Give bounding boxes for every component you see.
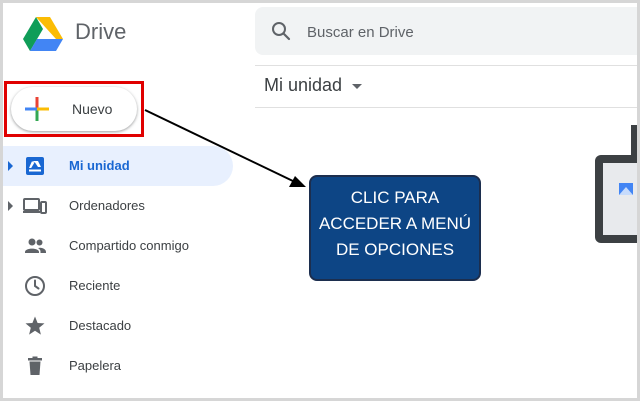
shared-icon xyxy=(25,238,46,253)
content-title-dropdown[interactable]: Mi unidad xyxy=(264,75,363,96)
annotation-callout: CLIC PARA ACCEDER A MENÚ DE OPCIONES xyxy=(309,175,481,281)
sidebar-nav: Mi unidad Ordenadores Compartido conmigo xyxy=(3,146,233,386)
new-button-label: Nuevo xyxy=(72,101,113,117)
search-icon[interactable] xyxy=(271,21,291,41)
sidebar-item-label: Mi unidad xyxy=(69,158,130,173)
sidebar-item-label: Destacado xyxy=(69,318,132,333)
sidebar-item-mi-unidad[interactable]: Mi unidad xyxy=(3,146,233,186)
search-bar[interactable] xyxy=(255,7,637,55)
clock-icon xyxy=(25,276,45,296)
sidebar-item-ordenadores[interactable]: Ordenadores xyxy=(3,186,233,226)
content-title: Mi unidad xyxy=(264,75,343,95)
app-header: Drive xyxy=(3,3,253,65)
sidebar-item-label: Papelera xyxy=(69,358,122,373)
my-drive-icon xyxy=(26,157,44,175)
app-title: Drive xyxy=(75,19,127,44)
content-divider xyxy=(255,107,637,108)
expand-arrow-icon[interactable] xyxy=(8,161,13,171)
search-input[interactable] xyxy=(307,21,607,43)
sidebar-item-label: Compartido conmigo xyxy=(69,238,189,253)
drive-logo-icon xyxy=(23,17,63,51)
callout-line: DE OPCIONES xyxy=(335,240,455,259)
sidebar-item-papelera[interactable]: Papelera xyxy=(3,346,233,386)
expand-arrow-icon[interactable] xyxy=(8,201,13,211)
plus-icon xyxy=(25,97,49,121)
header-divider xyxy=(255,65,637,66)
sidebar-item-compartido-conmigo[interactable]: Compartido conmigo xyxy=(3,226,233,266)
computers-icon xyxy=(23,198,47,214)
trash-icon xyxy=(28,356,42,375)
sidebar-item-destacado[interactable]: Destacado xyxy=(3,306,233,346)
drive-window: Drive Mi unidad Nuevo xyxy=(3,3,637,398)
callout-line: CLIC PARA xyxy=(350,188,440,207)
callout-line: ACCEDER A MENÚ xyxy=(318,214,472,233)
caret-down-icon xyxy=(352,84,363,89)
sidebar-item-reciente[interactable]: Reciente xyxy=(3,266,233,306)
sidebar-item-label: Ordenadores xyxy=(69,198,145,213)
star-icon xyxy=(25,316,45,335)
sidebar-item-label: Reciente xyxy=(69,278,121,293)
new-button[interactable]: Nuevo xyxy=(11,87,137,131)
computer-illustration-icon xyxy=(595,125,637,243)
